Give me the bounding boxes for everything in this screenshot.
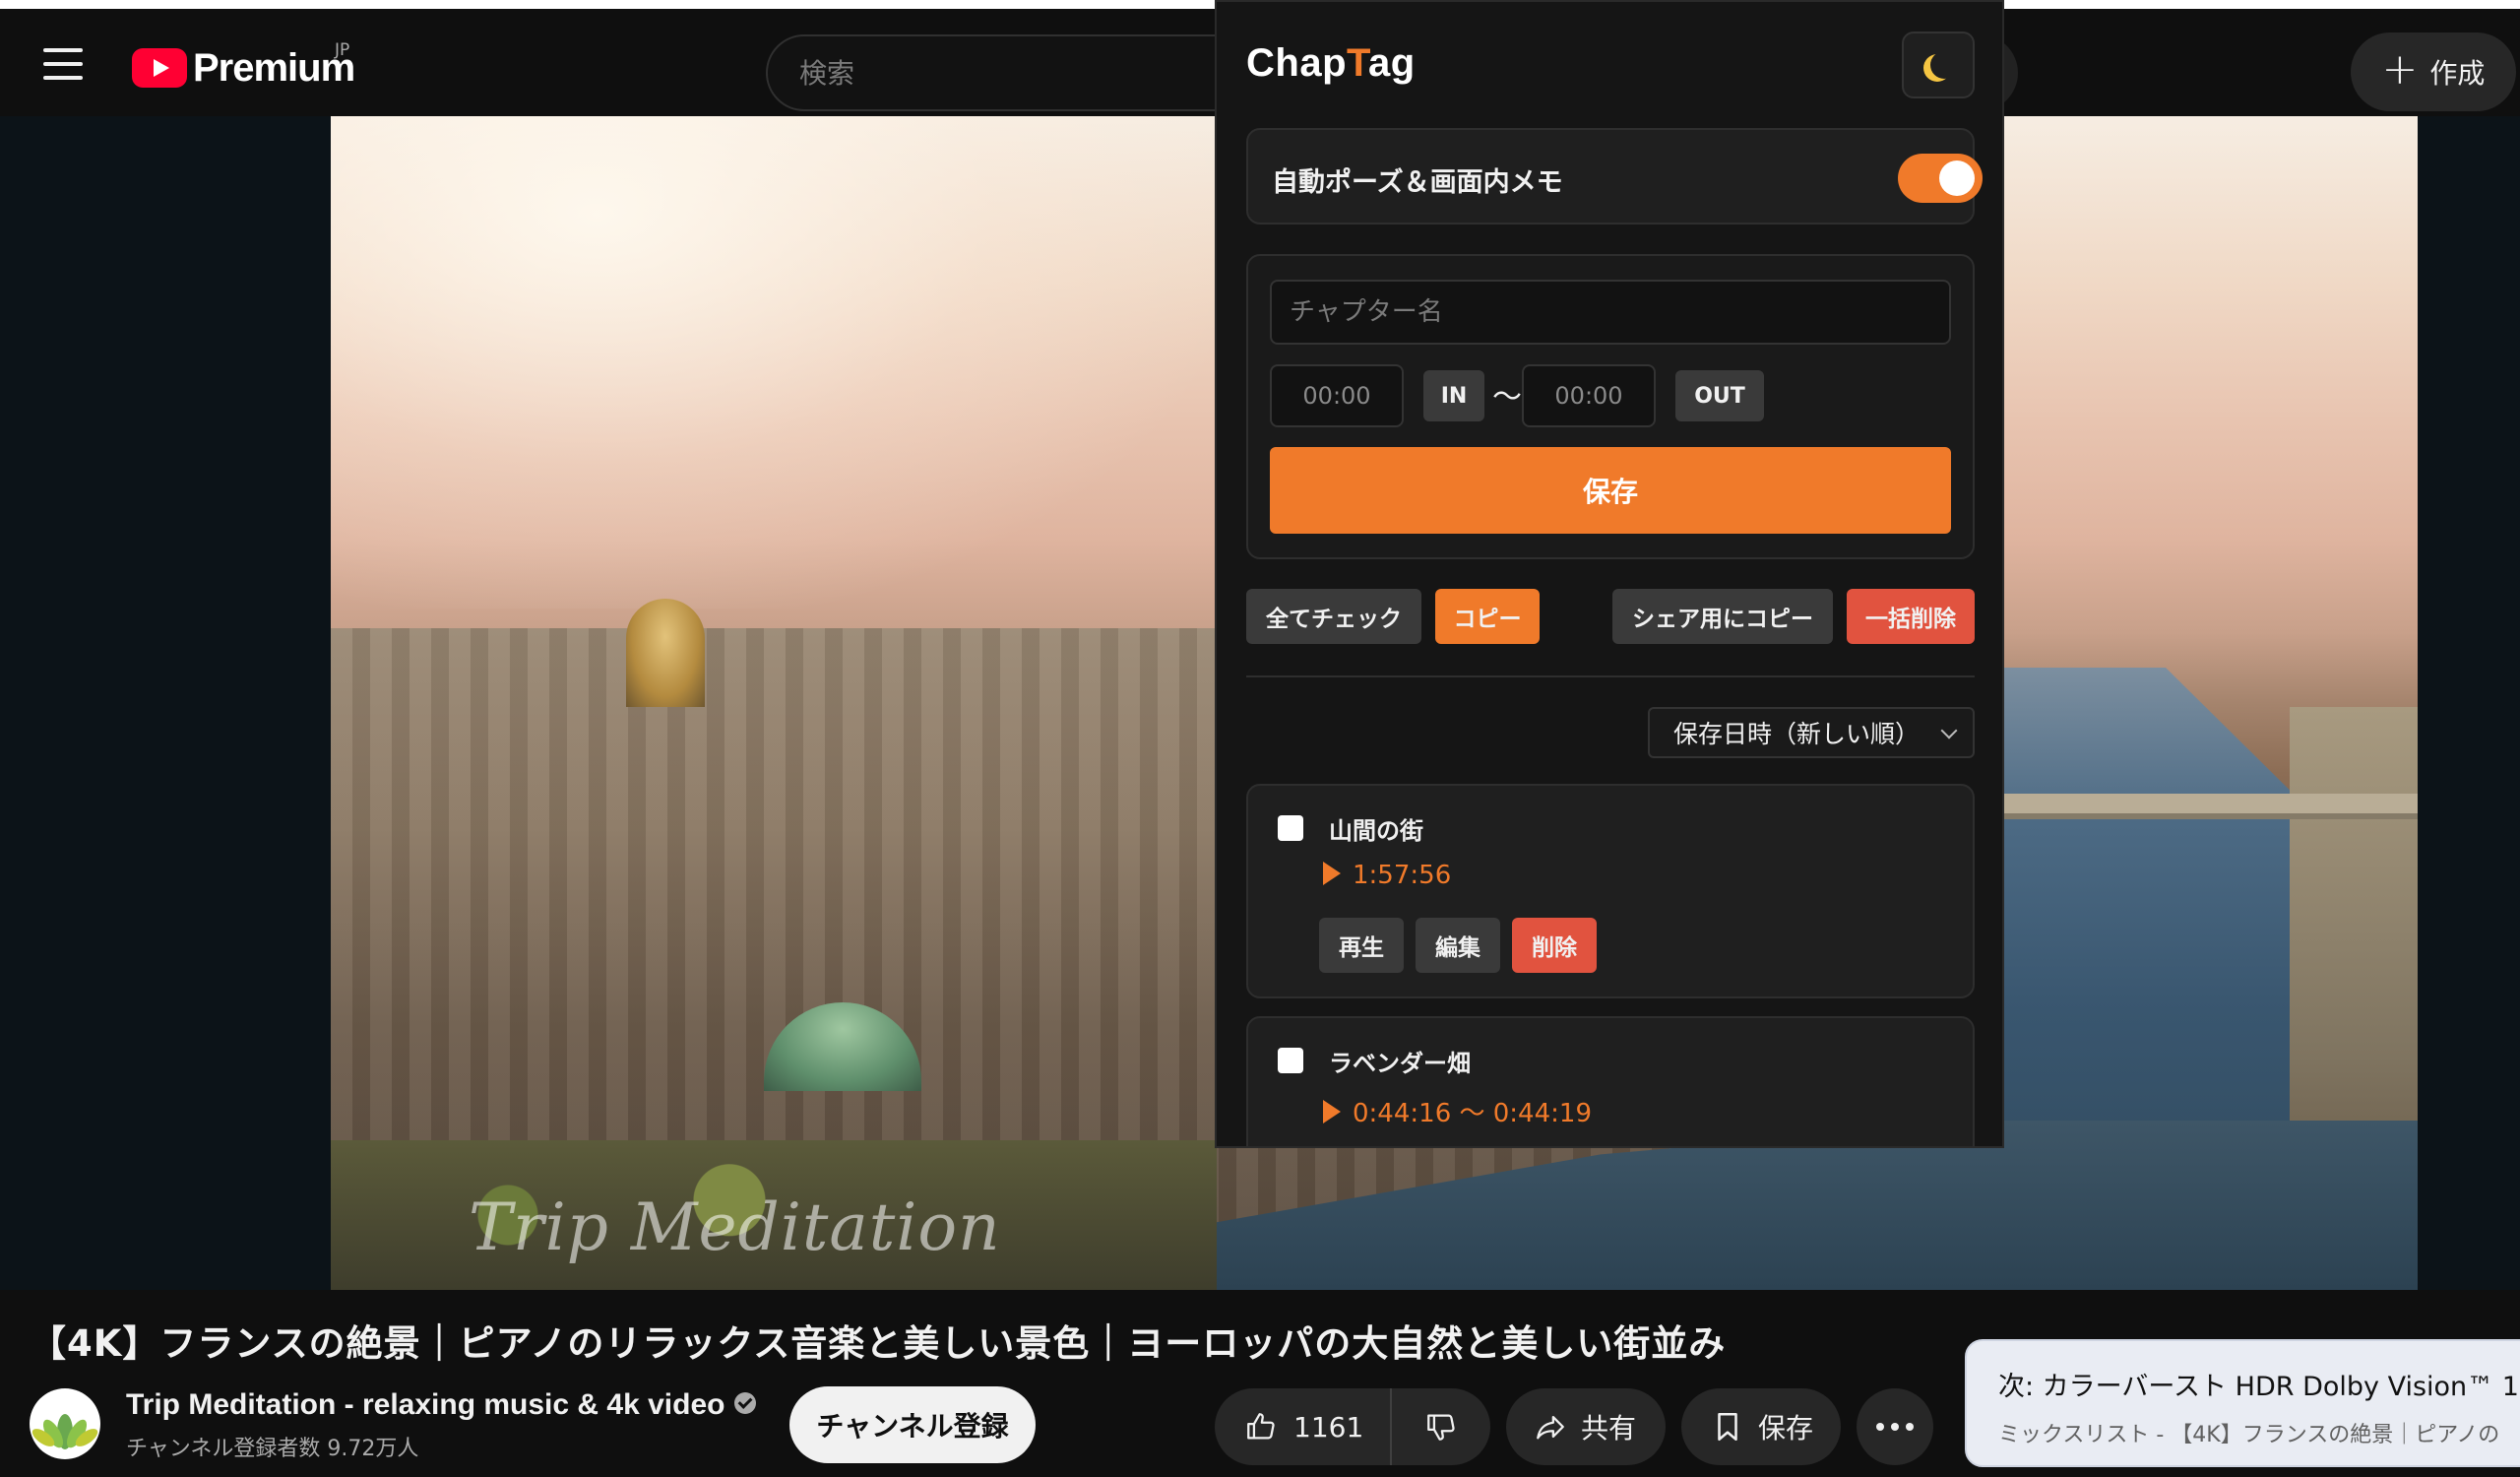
auto-pause-label: 自動ポーズ＆画面内メモ xyxy=(1272,167,1563,198)
set-out-button[interactable]: OUT xyxy=(1675,370,1764,421)
like-dislike-group: 1161 xyxy=(1215,1388,1490,1465)
auto-pause-toggle[interactable] xyxy=(1898,154,1983,203)
delete-chapter-button[interactable]: 削除 xyxy=(1512,918,1597,973)
menu-icon[interactable] xyxy=(43,48,83,80)
sort-selected-value: 保存日時（新しい順） xyxy=(1673,720,1921,748)
chapter-checkbox[interactable] xyxy=(1278,1048,1303,1073)
chaptag-popup: ChapTag 自動ポーズ＆画面内メモ IN 〜 OUT 保存 全てチェック コ… xyxy=(1215,0,2004,1148)
copy-button[interactable]: コピー xyxy=(1435,589,1540,644)
chapter-checkbox[interactable] xyxy=(1278,815,1303,841)
subscriber-count: チャンネル登録者数 9.72万人 xyxy=(126,1437,419,1461)
channel-avatar[interactable] xyxy=(30,1388,100,1459)
video-title: 【4K】フランスの絶景｜ピアノのリラックス音楽と美しい景色｜ヨーロッパの大自然と… xyxy=(30,1322,1727,1365)
create-label: 作成 xyxy=(2429,57,2486,90)
chapter-name-input[interactable] xyxy=(1270,280,1951,345)
chapter-name: ラベンダー畑 xyxy=(1329,1050,1471,1077)
chevron-down-icon xyxy=(1940,722,1958,739)
share-label: 共有 xyxy=(1581,1412,1637,1445)
chapter-timestamp[interactable]: 1:57:56 xyxy=(1323,861,1451,890)
divider xyxy=(1246,675,1975,677)
logo-accent: T xyxy=(1347,41,1368,85)
up-next-title: 次: カラーバースト HDR Dolby Vision™ 12K 6 xyxy=(1998,1372,2520,1402)
chaptag-logo: ChapTag xyxy=(1246,41,1416,86)
in-time-input[interactable] xyxy=(1270,364,1404,427)
youtube-play-icon xyxy=(132,48,187,88)
toggle-knob xyxy=(1939,161,1975,196)
more-dot-icon xyxy=(1891,1423,1899,1431)
like-count: 1161 xyxy=(1293,1410,1364,1444)
more-actions-button[interactable] xyxy=(1857,1388,1933,1465)
video-sky xyxy=(331,116,1217,609)
create-button[interactable]: + 作成 xyxy=(2351,32,2516,111)
save-label: 保存 xyxy=(1758,1412,1814,1445)
range-separator: 〜 xyxy=(1492,380,1522,415)
channel-name-text: Trip Meditation - relaxing music & 4k vi… xyxy=(126,1388,725,1421)
bulk-delete-button[interactable]: 一括削除 xyxy=(1847,589,1975,644)
edit-chapter-button[interactable]: 編集 xyxy=(1416,918,1500,973)
logo-text: Premium xyxy=(193,46,355,90)
share-arrow-icon xyxy=(1537,1415,1564,1440)
out-time-input[interactable] xyxy=(1522,364,1656,427)
like-button[interactable]: 1161 xyxy=(1215,1388,1392,1465)
chapter-name: 山間の街 xyxy=(1329,817,1423,845)
up-next-card[interactable]: 次: カラーバースト HDR Dolby Vision™ 12K 6 ミックスリ… xyxy=(1965,1339,2520,1467)
copy-for-share-button[interactable]: シェア用にコピー xyxy=(1612,589,1833,644)
bookmark-icon xyxy=(1718,1412,1737,1442)
check-all-button[interactable]: 全てチェック xyxy=(1246,589,1421,644)
theme-toggle-button[interactable] xyxy=(1902,32,1975,98)
chapter-card: ラベンダー畑 0:44:16 〜 0:44:19 xyxy=(1246,1016,1975,1146)
save-to-playlist-button[interactable]: 保存 xyxy=(1681,1388,1841,1465)
region-code: JP xyxy=(335,40,350,60)
chapter-timestamp[interactable]: 0:44:16 〜 0:44:19 xyxy=(1323,1093,1592,1129)
plus-icon: + xyxy=(2381,44,2419,95)
more-dot-icon xyxy=(1876,1423,1884,1431)
video-golden-dome xyxy=(626,599,705,707)
thumbs-down-icon xyxy=(1427,1414,1455,1441)
moon-icon xyxy=(1930,51,1958,79)
more-dot-icon xyxy=(1906,1423,1914,1431)
share-button[interactable]: 共有 xyxy=(1506,1388,1666,1465)
chapter-time-text: 1:57:56 xyxy=(1353,861,1452,890)
logo-suffix: ag xyxy=(1367,41,1416,85)
up-next-subtitle: ミックスリスト - 【4K】フランスの絶景｜ピアノの xyxy=(1998,1423,2500,1447)
play-triangle-icon xyxy=(1323,1099,1341,1124)
dislike-button[interactable] xyxy=(1392,1388,1490,1465)
chapter-form: IN 〜 OUT 保存 xyxy=(1246,254,1975,559)
chapter-time-text: 0:44:16 〜 0:44:19 xyxy=(1353,1099,1592,1128)
verified-icon xyxy=(734,1392,757,1415)
lotus-icon xyxy=(32,1414,98,1449)
chapter-card: 山間の街 1:57:56 再生 編集 削除 xyxy=(1246,784,1975,998)
youtube-logo[interactable]: Premium xyxy=(132,46,355,90)
logo-prefix: Chap xyxy=(1246,41,1347,85)
search-input[interactable] xyxy=(766,34,1258,111)
play-chapter-button[interactable]: 再生 xyxy=(1319,918,1404,973)
play-triangle-icon xyxy=(1323,861,1341,885)
subscribe-button[interactable]: チャンネル登録 xyxy=(789,1386,1036,1463)
channel-name[interactable]: Trip Meditation - relaxing music & 4k vi… xyxy=(126,1388,757,1422)
video-bridge xyxy=(1994,794,2418,819)
save-chapter-button[interactable]: 保存 xyxy=(1270,447,1951,534)
sort-select[interactable]: 保存日時（新しい順） xyxy=(1648,707,1975,758)
set-in-button[interactable]: IN xyxy=(1423,370,1484,421)
video-watermark: Trip Meditation xyxy=(469,1189,1001,1265)
thumbs-up-icon xyxy=(1247,1413,1275,1440)
auto-pause-row: 自動ポーズ＆画面内メモ xyxy=(1246,128,1983,225)
